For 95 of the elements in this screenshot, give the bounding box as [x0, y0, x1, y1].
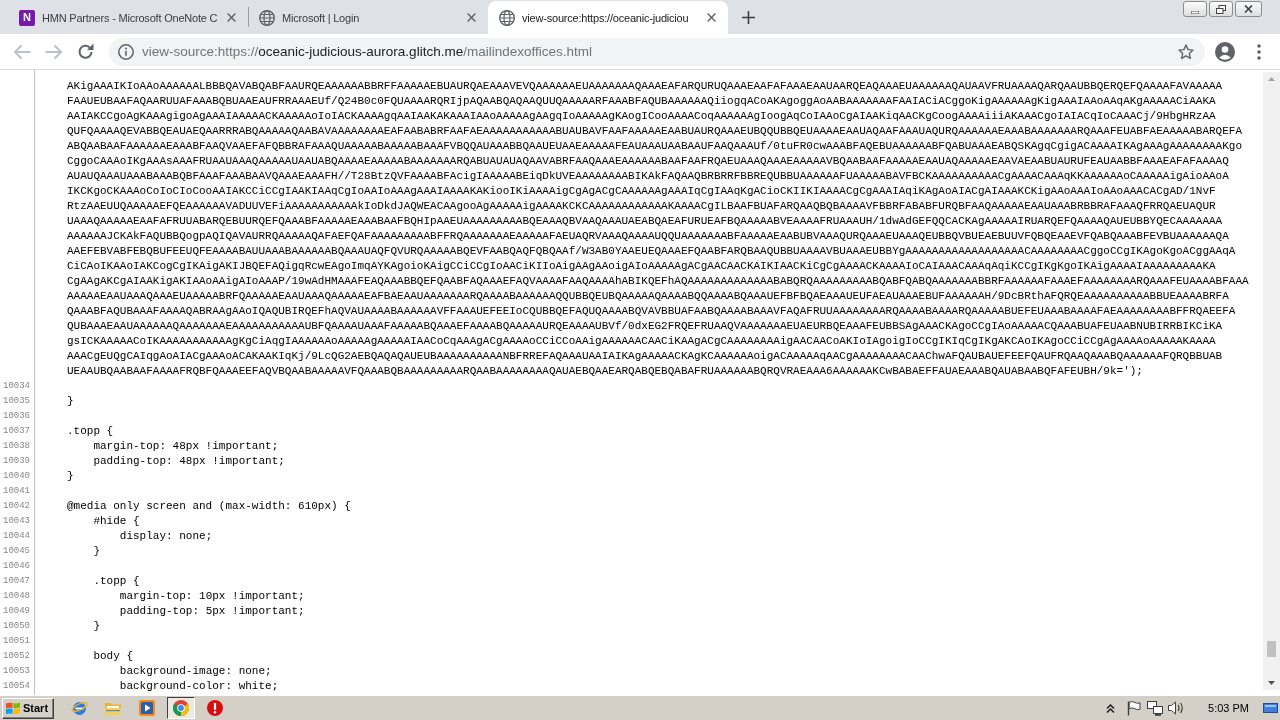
info-icon — [118, 43, 134, 60]
code-line: AKigAAAIKIoAAoAAAAAALBBBQAVABQABFAAURQEAAAAAABBRFFAAAAAEBUAURQAEAAAVEVQAAAAAAEUAAAAAAAQAAAEAFARQURUQAAAEAAFAFAAAEAAUAARQEAQAAAEUAAAAAAQAUAAVFRUAAAAQARQAAUBBQERQEFQAAAAFAVAAAAA — [67, 80, 1223, 93]
folder-icon — [105, 701, 121, 715]
line-number: 10034 — [3, 381, 30, 392]
line-number: 10042 — [3, 501, 30, 512]
code-line: RtzAAEUUQAAAAAEFQEAAAAAAVADUUVEFiAAAAAAAAAAAkIoDkdJAQWEACAAgooAgAAAAAigAAAAKCKCAAAAAAAAAAAAKAAAACgILBAAFBUAFARQAAQBQBAAAAVFBBRFABABFURQBFAAQAAAAAEAAUAAABRBBRAFAAAQFRRQAEUAQUR — [67, 200, 1216, 213]
line-number: 10051 — [3, 636, 30, 647]
code-line: .topp { — [67, 425, 114, 438]
line-number: 10039 — [3, 456, 30, 467]
minimize-icon — [1191, 10, 1199, 14]
code-line: } — [67, 395, 74, 408]
line-number: 10036 — [3, 411, 30, 422]
browser-tab[interactable]: Microsoft | Login — [248, 1, 488, 34]
tiled-flag-icon — [6, 701, 20, 715]
close-icon[interactable] — [227, 13, 236, 22]
chevron-up-icon[interactable] — [1106, 703, 1116, 713]
line-number: 10047 — [3, 576, 30, 587]
app-logo: N — [19, 9, 35, 26]
reload-icon[interactable] — [77, 43, 94, 60]
restore-button[interactable] — [1209, 1, 1233, 17]
code-line: QUFQAAAAQEVABBQEAUAEQAARRRABQAAAAAQAABAVAAAAAAAAEAFAABABRFAAFAEAAAAAAAAAAABUAUBAVFAAFAAAAAEAABUAURQAAAEUBQQUBBQEUAAAAEAAUAQAAFAAAUAQURQAAAAAAEAAABAAAAAAARQAAAFEUABFAEAAAAABARQEFA — [67, 125, 1242, 138]
code-line: UEAAUBQAABAAFAAAAFRQBFQAAAEEFAQVBQAABAAAAAVFQAAABQBAAAAAAAAARQAABAAAAAAAAQAUAEBQAAEARQABQEBQABAFRUAAAAAABQRQVRAEAAA6AAAAAAKCwBABAEFFAUAEAAABQAUABAABQFAFEUBH/9k='); — [67, 365, 1143, 378]
code-line: background-color: white; — [119, 680, 279, 693]
menu-icon[interactable] — [1257, 43, 1261, 60]
line-number: 10049 — [3, 606, 30, 617]
line-number: 10037 — [3, 426, 30, 437]
plus-icon[interactable] — [742, 10, 755, 24]
code-line: CiCAoIKAAoIAKCogCgIKAigAKIJBQEFAQigqRcwEAgoImqAYKAgoioKAigCCiCCgIoAACiKIIoAigAAgAAoigAIoAAAAAgACgAACAACKAIKIAACKiCgCgAAAACKAAAAIoCAIAAACAAAqAqiKCCgIKgKgoIKAigAAAAIAAAAAAAAAKA — [67, 260, 1216, 273]
code-line: padding-top: 5px !important; — [119, 605, 305, 618]
code-line: QUBAAAEAAUAAAAAAQAAAAAAAEAAAAAAAAAAAUBFQAAAAUAAAFAAAAABQAAAEFAAAABQAAAAAURQEAAAAUBVf/0dxEG2FRQEFRUAAQVAAAAAAAEUAEURBQEAAAFEUBBSAgAAACKAgoCCgIAoAAAAACQAAABUAFEUAABNUBIRRBIKCiKA — [67, 320, 1223, 333]
code-line: AAACgEUQgCAIqgAoAIACgAAAoACAKAAKIqKj/9LcQG2AEBQAQAQAUEUBAAAAAAAAAANBFRREFAQAAAUAAIAIKAgAAAAACKAgKCAAAAAAoigACAAAAAqAACgAAAAAAAACAAChwAFQAUBAUEFEEFQAUFRQAAQAAABQAAAAAAFQRQBBUAB — [67, 350, 1223, 363]
code-line: gsICKAAAAACoIKAAAAAAAAAAAgKgCiAqgIAAAAAAoAAAAAgAAAAAIAACoCqAAAgACgAAAAoCCiCCoAAigAAAAAACAACiKAAgACgCAAAAAAAAigAACAACoAKIoIAgoigIoCCgIKIqCgIKgAKCAoIKAgoCCiCCgAgAAAAoAAAAAKAAAA — [67, 335, 1216, 348]
line-number: 10046 — [3, 561, 30, 572]
taskbar-button[interactable] — [167, 697, 195, 719]
line-number: 10044 — [3, 531, 30, 542]
speaker-icon[interactable] — [1168, 701, 1185, 715]
code-line: CgAAgAKCgAIAAKigAKIAAoAAigAIoAAAP/19wAdHMAAAFEAQAAABBQEFQAABFAQAAAEFAQVAAAAFAAQAAAAhABIKQEFhAQAAAAAAAAAAAAABABQRQAAAAAAAAABQABFQABQAAAAAAABBRFAAAAAAFAAAEFAAAAAAAARQAAAFEUAAAABFAAA — [67, 275, 1249, 288]
code-line: CggoCAAAoIKgAAAsAAAFRUAAUAAAQAAAAAUAAUABQAAAAEAAAAABAAAAAAARQABUAUAUAQAAVABRFAAQAAAEAAAAAABAAFAAFRQAEUAAAQAAAEAAAAAVBQAABAAFAAAAAEAAUAQAAAAAEAAVAEAABUAURUFEAUAABBFAAAEAFAFAAAAQ — [67, 155, 1229, 168]
code-line: display: none; — [119, 530, 213, 543]
orbit-globe-icon — [70, 700, 88, 716]
line-number: 10048 — [3, 591, 30, 602]
line-number: 10038 — [3, 441, 30, 452]
globe-icon — [499, 9, 515, 26]
show-desktop-icon[interactable] — [1263, 703, 1278, 713]
close-icon[interactable] — [467, 13, 476, 22]
line-number: 10045 — [3, 546, 30, 557]
globe-icon — [259, 9, 275, 26]
account-icon[interactable] — [1215, 41, 1235, 62]
line-number: 10053 — [3, 666, 30, 677]
code-line: } — [93, 620, 100, 633]
clock-time[interactable]: 5:03 PM — [1208, 702, 1249, 714]
restore-icon — [1216, 4, 1226, 14]
code-line: FAAUEUBAAFAQAARUUAFAAABQBUAAEAUFRRAAAEUf/Q24B0c0FQUAAAARQRIjpAQAABQAQAAQUUQAAAAARFAAABFAQUBAAAAAAQiiogqACoAKAgoggAoAABAAAAAAAFAAIACiACggoKigAAAAAAgKigAAAIAAoAAqAKgAAAAACiAAKA — [67, 95, 1216, 108]
code-line: @media only screen and (max-width: 610px) { — [67, 500, 351, 513]
code-line: AAAAAEAAUAAAQAAAEUAAAAABRFQAAAAAEAAUAAAQAAAAAEAFBAEAAUAAAAAAARQAAAABAAAAAAQQUBBQEUBQAAAAAQAAAABQQAAAABQAAAUEFBFBQAEAAAUEUFAEAUAAAEBUFAAAAAAH/9DcBRthAFQRQEAAAAAAAAAABBUEAAAABRFA — [67, 290, 1229, 303]
network-icon[interactable] — [1147, 700, 1164, 716]
start-button[interactable]: Start — [2, 697, 54, 719]
exclamation-circle-icon — [207, 700, 223, 716]
line-number: 10043 — [3, 516, 30, 527]
browser-tab[interactable]: N HMN Partners - Microsoft OneNote C — [8, 1, 248, 34]
code-line: IKCKgoCKAAAoCoIoCIoCooAAIAKCCiCCgIAAKIAAqCgIoAAIoAAAgAAAIAAAAKAKiooIKiAAAAigCgAgACgCAAAAAAgAAAIqCgIAAqKgACioCKIIKIAAAACgCgAAAIAqiKAgAoAIACgAIAAAKCKigAAoAAAIoAAoAAACACgAD/1NvF — [67, 185, 1216, 198]
line-number: 10052 — [3, 651, 30, 662]
star-icon[interactable] — [1178, 43, 1194, 60]
scrollbar[interactable] — [1263, 72, 1280, 690]
code-line: AAAAAAJCKAkFAQUBBQogpAQIQAVAURRQAAAAAQAFAEFQAFAAAAAAAAABFFRQAAAAAAAEAAAAAFAEUAQRVAAAQAAAAUQQUAAAAAAABFAAAAAEAABUBVAAAQURQAAAEUAAAQEUBBQVBUEAEBUUVFQBQEAAEVFQABQAAABFEVBUAAAAAAQA — [67, 230, 1229, 243]
code-line: padding-top: 48px !important; — [93, 455, 285, 468]
code-line: QAAABFAQUBAAAFAAAAQABRAAgAAoIQAQUBIRQEFhAQVAUAAAABAAAAAAVFFAAAUEFEEIoCQUBBQEFAQUQAAAABQVAVBBUAFAABQAAAABAAAVFAQAFRUUAAAAAAAARQAAAABAAAARQAAAAABUEFEUAAABAAAAFAEAAAAAAAABFFRQAEEFA — [67, 305, 1236, 318]
code-line: #hide { — [93, 515, 140, 528]
line-number: 10054 — [3, 681, 30, 692]
code-line: body { — [93, 650, 133, 663]
address-bar[interactable]: view-source:https://oceanic-judicious-aurora.glitch.me/mailindexoffices.html — [109, 37, 1205, 66]
browser-tab[interactable]: view-source:https://oceanic-judiciou — [488, 1, 728, 34]
close-icon — [1244, 5, 1253, 13]
close-window-button[interactable] — [1235, 1, 1262, 17]
code-line: } — [93, 545, 100, 558]
scrollbar-thumb[interactable] — [1267, 641, 1276, 657]
code-line: .topp { — [93, 575, 140, 588]
code-line: AAIAKCCgoAgKAAAgigoAgAAAIAAAAACKAAAAAoIoIACKAAAAgqAAIAAKAKAAAIAAoAAAAAgAAgqIoAAAAAgKAogICooAAAACoqAAAAAAgIoogAqCoIAAoCgAIAAKiqAACKgCoogAAAAiiiAKAAACgoIAIACqIoCAAACj/9HbgHRzAA — [67, 110, 1216, 123]
flag-icon[interactable] — [1127, 700, 1142, 716]
code-line: margin-top: 10px !important; — [119, 590, 305, 603]
line-number: 10040 — [3, 471, 30, 482]
line-number: 10050 — [3, 621, 30, 632]
line-number: 10041 — [3, 486, 30, 497]
code-line: margin-top: 48px !important; — [93, 440, 279, 453]
scroll-down-icon[interactable] — [1268, 681, 1275, 685]
play-tile-icon — [139, 700, 155, 716]
code-line: UAAAQAAAAAEAAFAFRUUABARQEBUURQEFQAAABFAAAAAEAAABAAFBQHIpAAEUAAAAAAAAABQEAAAQBVAAQAAAUAEABQAEAFURUEAFBQAAAAABVEAAAAFRUAAAUH/1dwAdGEFQQCACKAgAAAAAIRUARQEFQAAAAQAUEUBBYQECAAAAAAA — [67, 215, 1223, 228]
code-line: ABQAABAAFAAAAAAEAAABFAAQVAAEFAFQBBRAFAAAQUAAAAABAAAAABAAAFVBQQAUAAABBQAAUEUAAEAAAAAFEAUAAAUAABAAUFAAQAAAUf/0tuFR0cwAAABFAQEBUAAAAAABFQABUAAAEABQSKAgqCgigACAAAAIKAgAAAgAAAAAAAAKgo — [67, 140, 1242, 153]
segmented-circle-icon — [173, 700, 189, 716]
line-number: 10035 — [3, 396, 30, 407]
close-icon[interactable] — [707, 13, 716, 22]
code-line: AAEFEBVABFEBQBUFEEUQFEAAAABAUUAAABAAAAAABQAAAUAQFQVURQAAAAABQEVFAABQAQFQBQAAf/W3AB0YAAEUEQAAAEFQAABFARQBAAQUBBUAAAAVBUAAAEUBBYgAAAAAAAAAAAAAAAAAACAAAAAAAACggoCCgIKAgoKgoACggAAqA — [67, 245, 1236, 258]
code-line: AUAUQAAAUAAABAAABQBFAAAFAAABAAVQAAAEAAAFH//T28BtzQVFAAAABFAcigIAAAAABEiqDkUVEAAAAAAAABIKAkFAQAAQBRBRRFBBREQUBBUAAAAAAFUAAAAABAVFBCKAAAAAAAAAACgAAAACAAAqKKAAAAAAoCAAAAAigAioAAoA — [67, 170, 1229, 183]
code-line: } — [67, 470, 74, 483]
code-line: background-image: none; — [119, 665, 272, 678]
